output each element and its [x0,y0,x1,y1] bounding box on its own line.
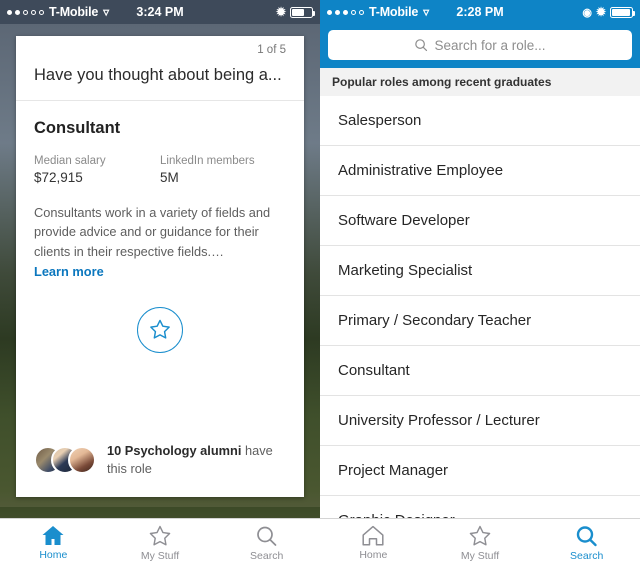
stat-linkedin-members: LinkedIn members 5M [160,155,286,185]
list-item[interactable]: University Professor / Lecturer [320,396,640,446]
right-screen-search: T-Mobile ▿ 2:28 PM ◉ ✹ Search for a role… [320,0,640,567]
alumni-text: 10 Psychology alumni have this role [107,442,286,479]
card-headline: Have you thought about being a... [34,66,282,84]
search-input[interactable]: Search for a role... [328,30,632,60]
tab-home[interactable]: Home [0,519,107,567]
stat-label: Median salary [34,154,106,167]
role-suggestion-card[interactable]: 1 of 5 Have you thought about being a...… [16,36,304,497]
search-icon [576,525,597,546]
card-counter: 1 of 5 [257,44,286,56]
role-title: Consultant [34,118,121,137]
status-bar-left: T-Mobile ▿ 3:24 PM ✹ [0,0,320,24]
role-label: Consultant [338,362,410,379]
alumni-avatars [34,446,96,475]
role-list[interactable]: Salesperson Administrative Employee Soft… [320,96,640,518]
list-item[interactable]: Consultant [320,346,640,396]
bluetooth-icon: ✹ [595,5,606,19]
stat-label: LinkedIn members [160,154,255,167]
battery-icon [290,6,315,18]
star-icon [149,525,171,546]
carrier-label: T-Mobile [49,5,99,19]
tab-home[interactable]: Home [320,519,427,567]
list-item[interactable]: Marketing Specialist [320,246,640,296]
role-label: Primary / Secondary Teacher [338,312,532,329]
star-outline-icon [150,320,170,340]
list-item[interactable]: Software Developer [320,196,640,246]
home-icon [42,526,64,545]
alumni-footer[interactable]: 10 Psychology alumni have this role [16,442,304,497]
stat-median-salary: Median salary $72,915 [34,155,160,185]
role-label: University Professor / Lecturer [338,412,540,429]
stat-value: 5M [160,169,179,185]
tab-bar-left: Home My Stuff Search [0,518,320,567]
role-description: Consultants work in a variety of fields … [34,204,271,259]
bluetooth-icon: ✹ [275,5,286,19]
home-icon [362,525,384,546]
avatar [68,446,96,475]
search-placeholder: Search for a role... [434,37,546,53]
tab-label: Home [39,549,68,561]
role-label: Administrative Employee [338,162,504,179]
battery-icon [610,6,635,18]
wifi-icon: ▿ [103,5,110,19]
tab-my-stuff[interactable]: My Stuff [427,519,534,567]
save-role-button[interactable] [137,306,183,353]
list-item[interactable]: Administrative Employee [320,146,640,196]
stat-value: $72,915 [34,169,83,185]
list-item[interactable]: Project Manager [320,446,640,496]
section-header: Popular roles among recent graduates [320,68,640,97]
tab-label: Search [250,549,284,562]
role-label: Salesperson [338,112,422,129]
status-time: 3:24 PM [136,5,184,19]
alumni-count-label: 10 Psychology alumni [107,442,242,458]
signal-strength-dots [327,9,364,15]
role-stats: Median salary $72,915 LinkedIn members 5… [34,155,286,185]
star-icon [469,525,491,546]
signal-strength-dots [7,9,44,15]
rotation-lock-icon: ◉ [582,6,592,19]
wifi-icon: ▿ [423,5,430,19]
dual-screenshot: T-Mobile ▿ 3:24 PM ✹ 1 of 5 Have you tho… [0,0,640,567]
search-icon [257,526,277,546]
list-item[interactable]: Graphic Designer [320,496,640,518]
list-item[interactable]: Salesperson [320,96,640,146]
tab-label: My Stuff [460,549,500,562]
tab-search[interactable]: Search [533,519,640,567]
role-label: Marketing Specialist [338,262,473,279]
search-icon [415,39,428,52]
status-bar-right: T-Mobile ▿ 2:28 PM ◉ ✹ [320,0,640,24]
tab-my-stuff[interactable]: My Stuff [107,519,214,567]
role-label: Software Developer [338,212,470,229]
list-item[interactable]: Primary / Secondary Teacher [320,296,640,346]
card-body: Consultant Median salary $72,915 LinkedI… [16,101,304,442]
tab-label: My Stuff [140,549,180,562]
carrier-label: T-Mobile [369,5,419,19]
learn-more-link[interactable]: Learn more [34,264,104,279]
tab-label: Home [359,549,388,561]
tab-bar-right: Home My Stuff Search [320,518,640,567]
tab-label: Search [570,549,604,562]
role-label: Project Manager [338,462,449,479]
search-bar-container: Search for a role... [320,24,640,68]
tab-search[interactable]: Search [213,519,320,567]
left-screen-home: T-Mobile ▿ 3:24 PM ✹ 1 of 5 Have you tho… [0,0,320,567]
card-header: 1 of 5 Have you thought about being a... [16,36,304,101]
